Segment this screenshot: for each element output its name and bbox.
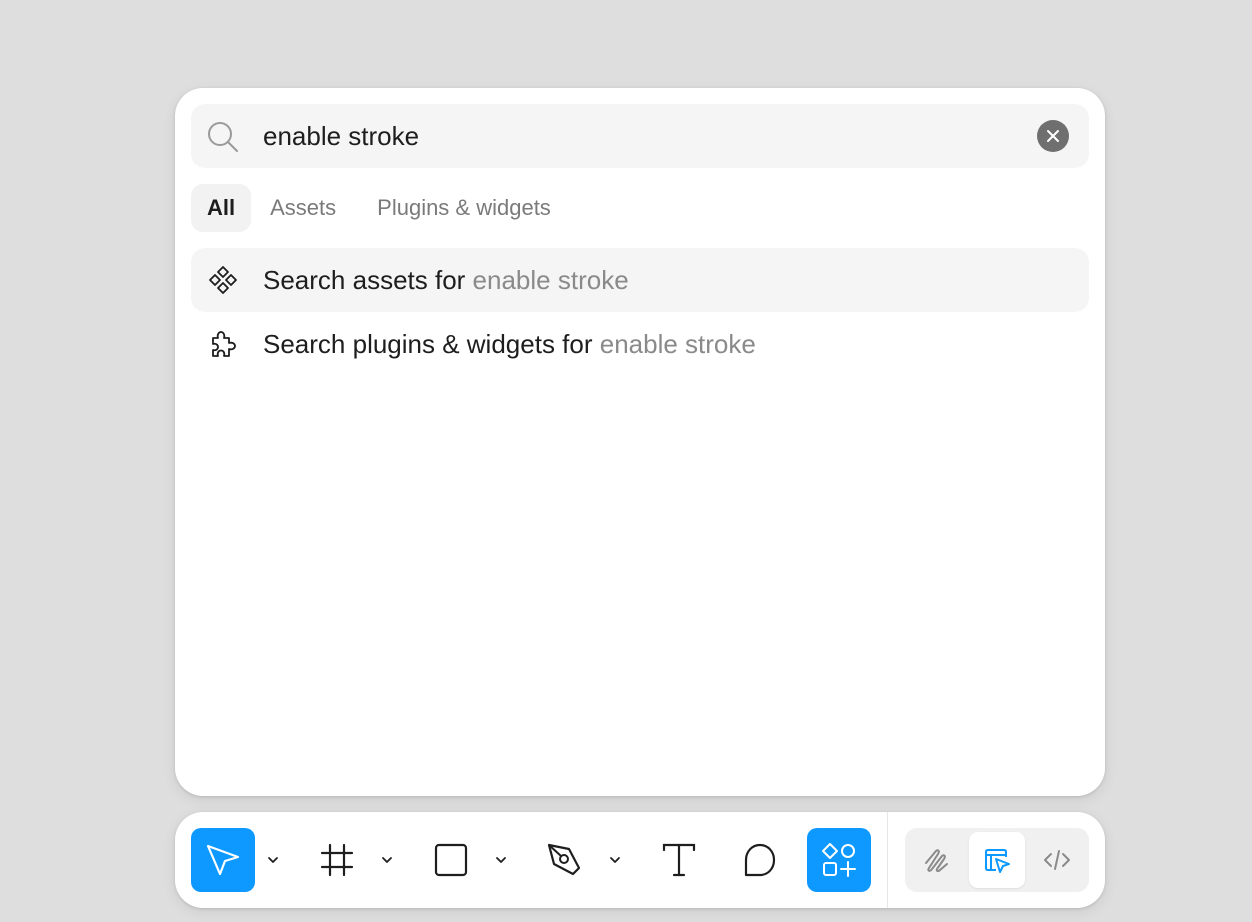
shape-tool-button[interactable]: [419, 828, 483, 892]
component-icon: [209, 266, 237, 294]
bottom-toolbar: [175, 812, 1105, 908]
result-text: Search assets for enable stroke: [263, 248, 629, 312]
toolbar-divider: [887, 812, 888, 908]
comment-tool-button[interactable]: [728, 828, 792, 892]
tab-assets[interactable]: Assets: [254, 184, 352, 232]
chevron-down-icon[interactable]: [375, 848, 399, 872]
text-T-icon: [662, 843, 696, 877]
tab-plugins-widgets[interactable]: Plugins & widgets: [361, 184, 567, 232]
search-box[interactable]: [191, 104, 1089, 168]
result-prefix: Search assets for: [263, 265, 473, 295]
tab-all[interactable]: All: [191, 184, 252, 232]
result-text: Search plugins & widgets for enable stro…: [263, 312, 756, 376]
clear-search-button[interactable]: [1037, 120, 1069, 152]
dev-mode-button[interactable]: [1029, 832, 1085, 888]
frame-tool-button[interactable]: [305, 828, 369, 892]
pen-tool-button[interactable]: [533, 828, 597, 892]
mode-switcher: [905, 828, 1089, 892]
cursor-arrow-icon: [206, 844, 240, 876]
result-search-assets[interactable]: Search assets for enable stroke: [191, 248, 1089, 312]
design-mode-button[interactable]: [969, 832, 1025, 888]
result-prefix: Search plugins & widgets for: [263, 329, 600, 359]
move-tool-button[interactable]: [191, 828, 255, 892]
speech-bubble-icon: [744, 843, 776, 877]
rectangle-icon: [434, 843, 468, 877]
chevron-down-icon[interactable]: [261, 848, 285, 872]
puzzle-icon: [212, 331, 236, 357]
actions-button[interactable]: [807, 828, 871, 892]
chevron-down-icon[interactable]: [489, 848, 513, 872]
quick-actions-panel: All Assets Plugins & widgets Search asse…: [175, 88, 1105, 796]
design-cursor-icon: [985, 849, 1010, 873]
search-input[interactable]: [263, 104, 1023, 168]
search-icon: [208, 122, 238, 152]
filter-tabs: All Assets Plugins & widgets: [191, 184, 568, 232]
shapes-plus-icon: [822, 843, 856, 877]
code-brackets-icon: [1044, 850, 1070, 870]
result-query: enable stroke: [472, 265, 629, 295]
draw-mode-button[interactable]: [909, 832, 965, 888]
chevron-down-icon[interactable]: [603, 848, 627, 872]
result-search-plugins[interactable]: Search plugins & widgets for enable stro…: [191, 312, 1089, 376]
scribble-icon: [925, 849, 948, 873]
result-query: enable stroke: [599, 329, 756, 359]
close-icon: [1047, 130, 1059, 142]
pen-nib-icon: [547, 843, 581, 876]
text-tool-button[interactable]: [647, 828, 711, 892]
frame-hash-icon: [320, 843, 354, 877]
